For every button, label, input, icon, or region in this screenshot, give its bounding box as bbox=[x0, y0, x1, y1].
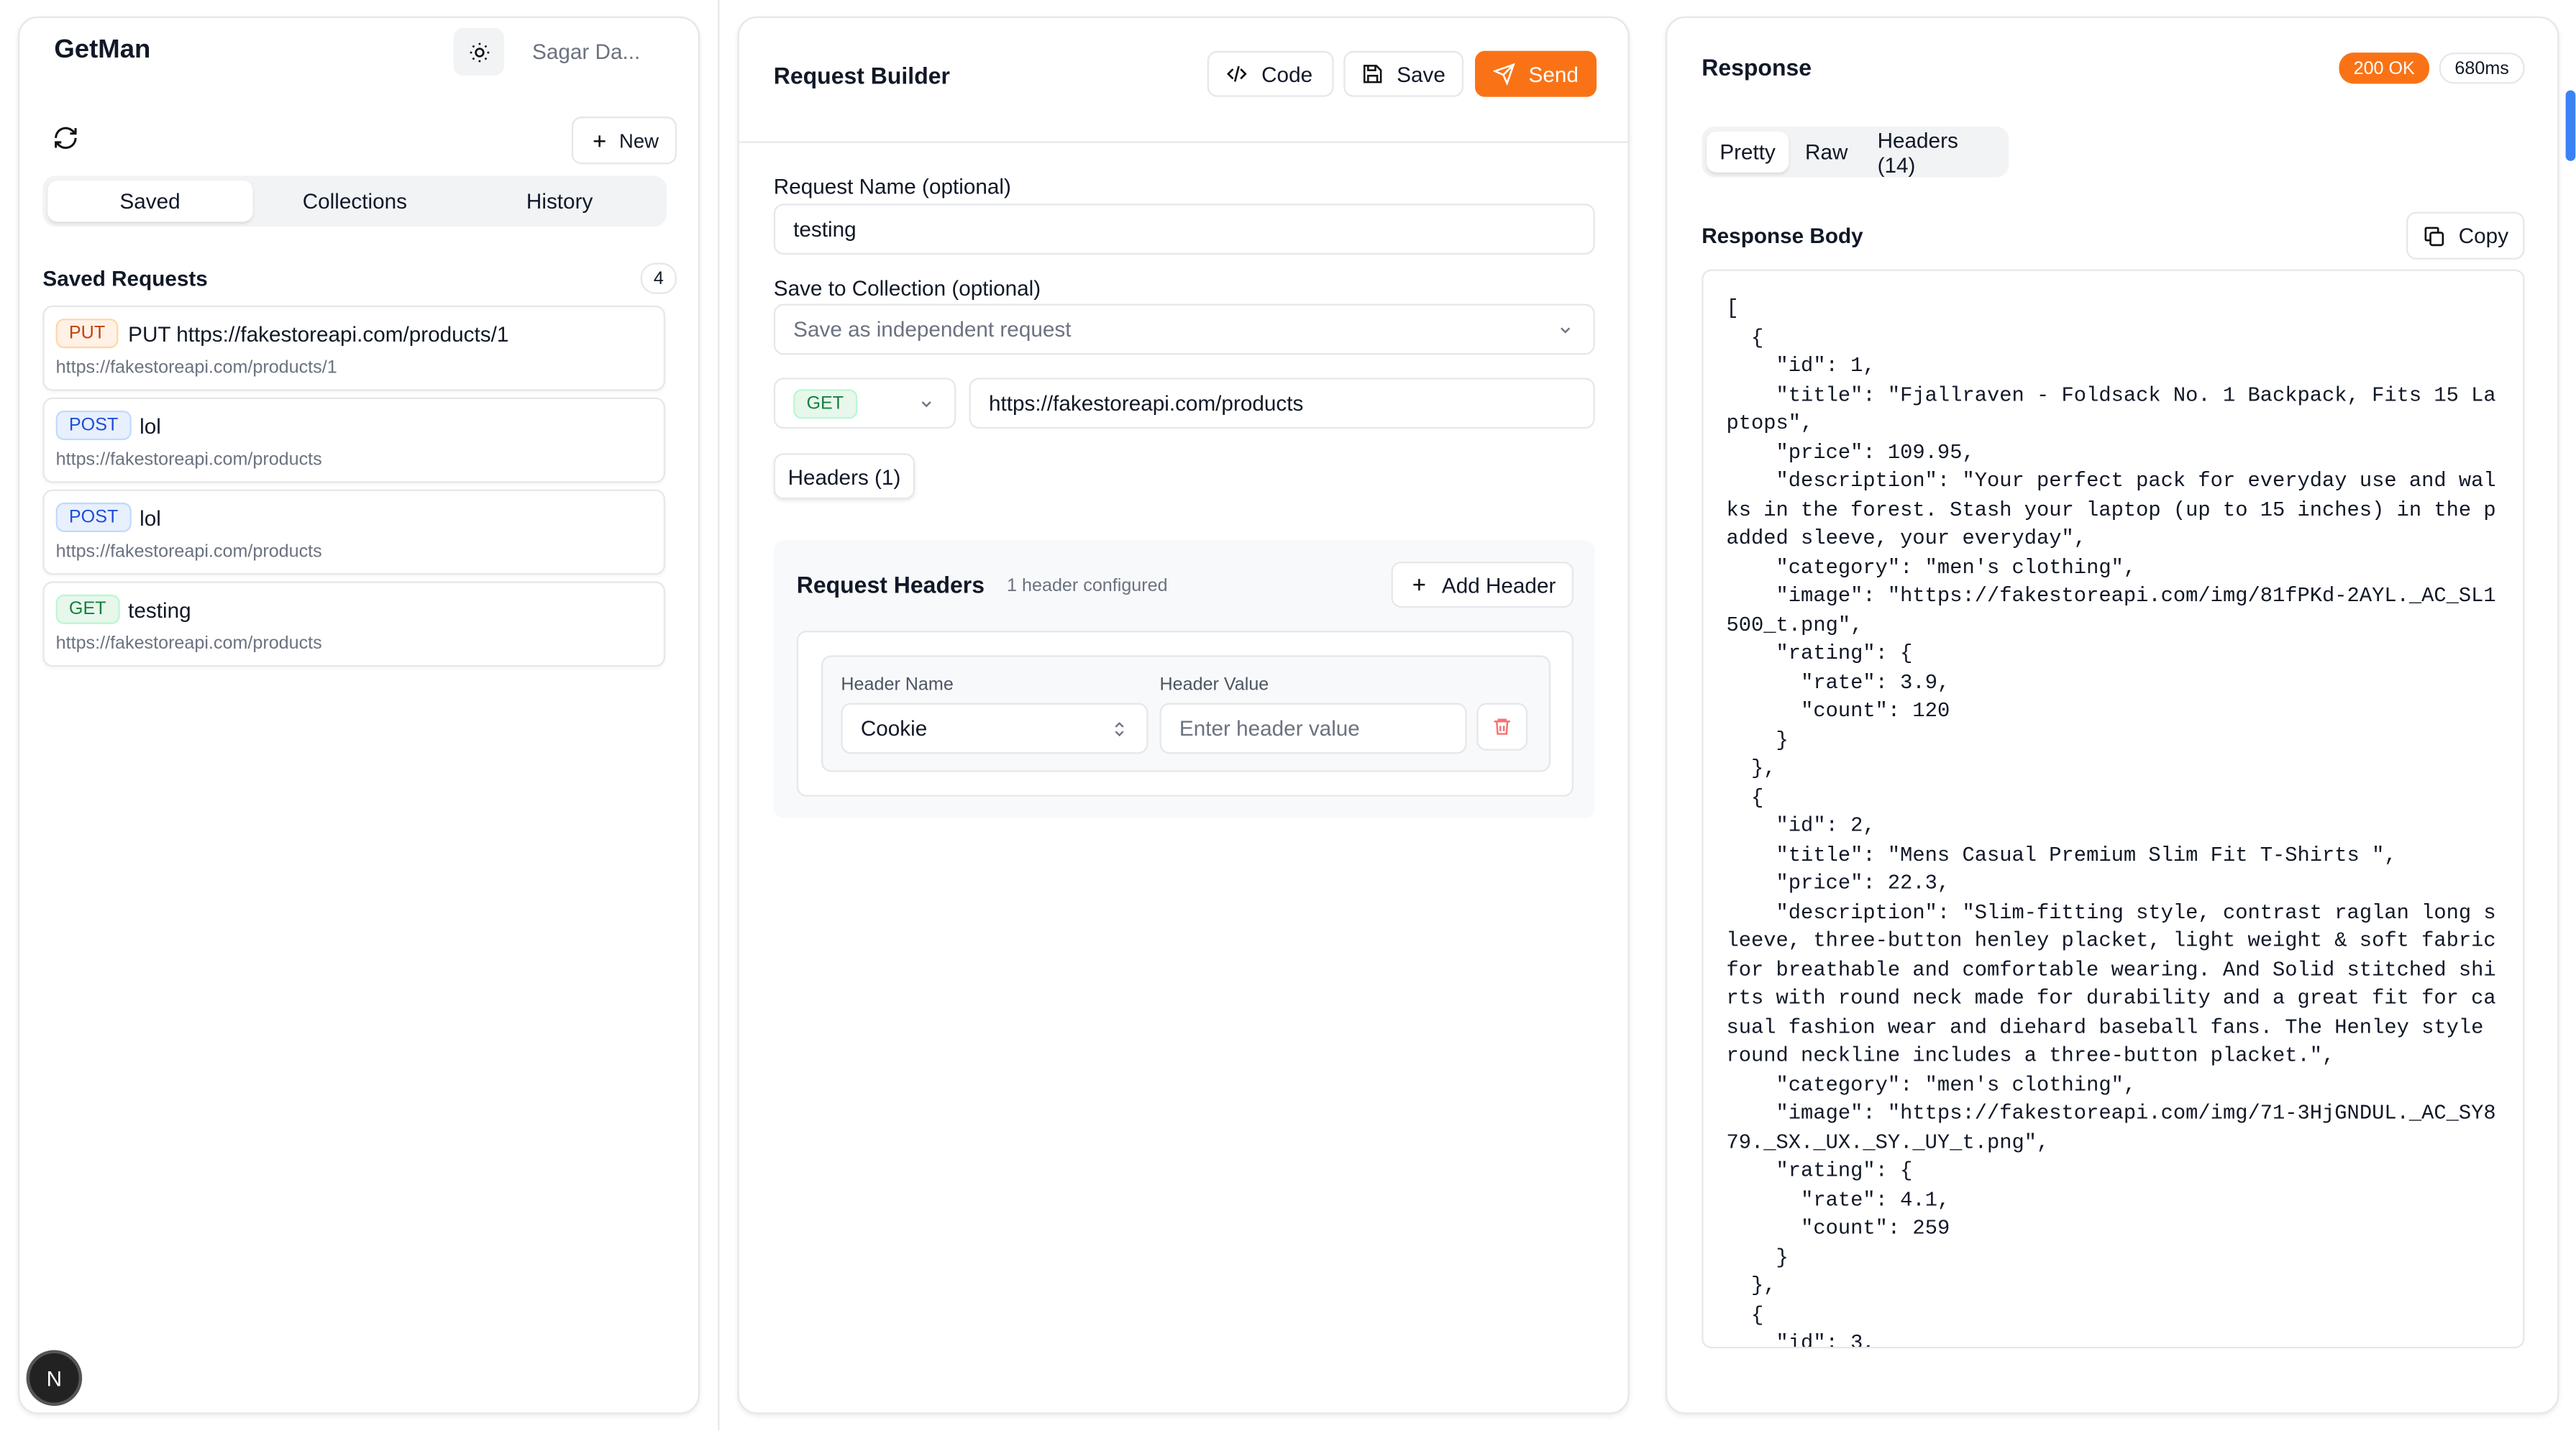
method-badge: POST bbox=[55, 502, 132, 533]
request-name-value: testing bbox=[793, 216, 857, 242]
request-name-label: Request Name (optional) bbox=[773, 174, 1011, 199]
app-root: GetMan Sagar Da... New Saved Collections… bbox=[0, 0, 2576, 1431]
saved-count-badge: 4 bbox=[640, 262, 677, 294]
response-title: Response bbox=[1702, 54, 1812, 81]
list-item[interactable]: POST lol https://fakestoreapi.com/produc… bbox=[42, 489, 666, 575]
header-name-label: Header Name bbox=[841, 675, 954, 695]
status-badge: 200 OK bbox=[2339, 52, 2430, 84]
plus-icon bbox=[593, 134, 606, 147]
code-icon bbox=[1226, 65, 1247, 82]
request-headers-section: Request Headers 1 header configured Add … bbox=[773, 540, 1595, 818]
next-dev-badge[interactable]: N bbox=[26, 1350, 83, 1407]
floppy-icon bbox=[1363, 65, 1382, 83]
list-item[interactable]: POST lol https://fakestoreapi.com/produc… bbox=[42, 397, 666, 483]
request-headers-title: Request Headers bbox=[796, 571, 985, 598]
theme-toggle-button[interactable] bbox=[453, 27, 505, 76]
request-builder-panel: Request Builder Code Save Send Request N… bbox=[737, 16, 1630, 1414]
tab-pretty[interactable]: Pretty bbox=[1707, 131, 1789, 173]
copy-label: Copy bbox=[2458, 223, 2509, 248]
request-name: lol bbox=[140, 413, 161, 439]
collection-label: Save to Collection (optional) bbox=[773, 275, 1041, 301]
add-header-button[interactable]: Add Header bbox=[1391, 562, 1574, 608]
copy-button[interactable]: Copy bbox=[2406, 211, 2525, 260]
send-label: Send bbox=[1528, 61, 1579, 86]
request-url: https://fakestoreapi.com/products bbox=[55, 634, 322, 654]
tab-saved[interactable]: Saved bbox=[47, 180, 252, 222]
tab-response-headers[interactable]: Headers (14) bbox=[1864, 127, 2004, 177]
refresh-button[interactable] bbox=[52, 125, 82, 155]
header-value-label: Header Value bbox=[1159, 675, 1269, 695]
panel-divider bbox=[718, 0, 720, 1431]
header-name-value: Cookie bbox=[860, 716, 928, 741]
request-name-input[interactable]: testing bbox=[773, 204, 1595, 255]
send-button[interactable]: Send bbox=[1475, 50, 1597, 97]
method-badge: POST bbox=[55, 411, 132, 441]
response-tabs: Pretty Raw Headers (14) bbox=[1702, 126, 2009, 178]
tab-collections[interactable]: Collections bbox=[252, 180, 457, 221]
save-button[interactable]: Save bbox=[1343, 50, 1464, 97]
sidebar-panel: GetMan Sagar Da... New Saved Collections… bbox=[18, 16, 700, 1414]
user-name[interactable]: Sagar Da... bbox=[532, 40, 640, 64]
delete-header-button[interactable] bbox=[1476, 703, 1528, 751]
builder-divider bbox=[739, 141, 1628, 143]
saved-requests-title: Saved Requests bbox=[42, 266, 208, 291]
response-time-badge: 680ms bbox=[2439, 52, 2525, 84]
refresh-icon bbox=[55, 127, 77, 149]
add-header-label: Add Header bbox=[1441, 572, 1556, 598]
scrollbar-thumb[interactable] bbox=[2565, 90, 2576, 161]
request-url: https://fakestoreapi.com/products bbox=[55, 541, 322, 562]
response-json: [ { "id": 1, "title": "Fjallraven - Fold… bbox=[1726, 297, 2496, 1349]
method-badge: GET bbox=[793, 388, 857, 419]
method-badge: GET bbox=[55, 594, 119, 624]
request-name: PUT https://fakestoreapi.com/products/1 bbox=[128, 321, 509, 347]
plus-icon bbox=[1412, 579, 1425, 591]
response-body[interactable]: [ { "id": 1, "title": "Fjallraven - Fold… bbox=[1702, 269, 2525, 1349]
collection-select[interactable]: Save as independent request bbox=[773, 303, 1595, 355]
list-item[interactable]: PUT PUT https://fakestoreapi.com/product… bbox=[42, 305, 666, 391]
url-value: https://fakestoreapi.com/products bbox=[988, 390, 1304, 416]
header-name-select[interactable]: Cookie bbox=[841, 703, 1148, 754]
header-card: Header Name Header Value Cookie Enter he… bbox=[796, 631, 1574, 797]
response-body-label: Response Body bbox=[1702, 223, 1863, 248]
new-request-button[interactable]: New bbox=[571, 116, 677, 165]
list-item[interactable]: GET testing https://fakestoreapi.com/pro… bbox=[42, 581, 666, 667]
method-select[interactable]: GET bbox=[773, 378, 956, 429]
chevron-down-icon bbox=[1561, 327, 1571, 334]
request-url: https://fakestoreapi.com/products/1 bbox=[55, 357, 337, 378]
sun-icon bbox=[469, 42, 489, 62]
header-value-placeholder: Enter header value bbox=[1179, 716, 1360, 741]
response-panel: Response 200 OK 680ms Pretty Raw Headers… bbox=[1665, 16, 2559, 1414]
code-label: Code bbox=[1261, 61, 1313, 86]
collection-placeholder: Save as independent request bbox=[793, 316, 1072, 342]
copy-icon bbox=[2424, 226, 2444, 246]
url-input[interactable]: https://fakestoreapi.com/products bbox=[969, 378, 1595, 429]
request-name: testing bbox=[128, 598, 191, 623]
header-value-input[interactable]: Enter header value bbox=[1159, 703, 1467, 754]
saved-requests-list: PUT PUT https://fakestoreapi.com/product… bbox=[42, 305, 666, 674]
app-brand: GetMan bbox=[54, 36, 151, 65]
request-name: lol bbox=[140, 506, 161, 531]
tab-headers[interactable]: Headers (1) bbox=[773, 453, 915, 500]
new-label: New bbox=[619, 129, 659, 152]
headers-configured-count: 1 header configured bbox=[1007, 576, 1168, 597]
save-label: Save bbox=[1397, 61, 1445, 86]
trash-icon bbox=[1494, 718, 1510, 735]
tab-history[interactable]: History bbox=[457, 180, 662, 221]
request-url: https://fakestoreapi.com/products bbox=[55, 449, 322, 470]
method-badge: PUT bbox=[55, 319, 119, 349]
send-icon bbox=[1493, 63, 1515, 86]
tab-raw[interactable]: Raw bbox=[1792, 132, 1861, 173]
header-row: Header Name Header Value Cookie Enter he… bbox=[821, 655, 1551, 772]
chevron-down-icon bbox=[921, 401, 931, 408]
chevron-updown-icon bbox=[1115, 722, 1124, 737]
sidebar-tabs: Saved Collections History bbox=[42, 175, 667, 227]
code-button[interactable]: Code bbox=[1207, 50, 1334, 97]
builder-title: Request Builder bbox=[773, 62, 950, 89]
